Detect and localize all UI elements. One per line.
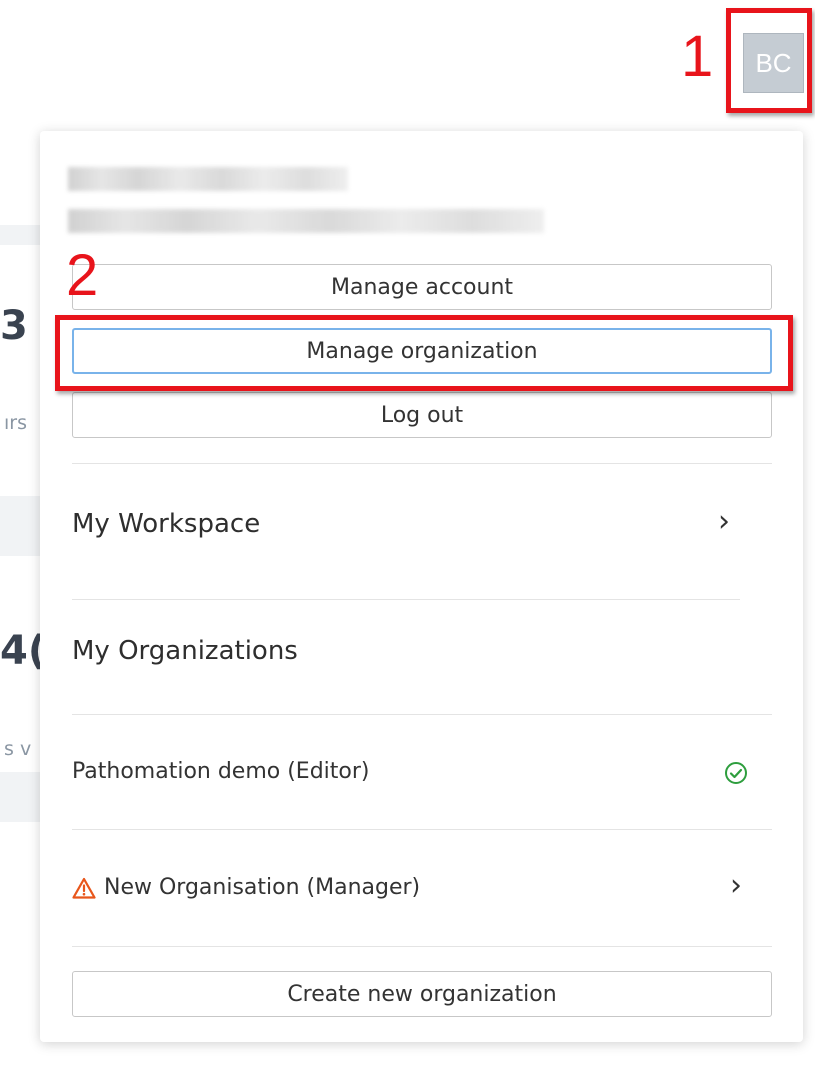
background-panel	[0, 772, 40, 822]
user-avatar-button[interactable]: BC	[743, 33, 804, 93]
highlight-box-manage-organization	[55, 315, 793, 391]
menu-divider	[72, 946, 772, 947]
my-workspace-link[interactable]: My Workspace	[72, 509, 260, 539]
menu-divider	[72, 599, 740, 600]
organization-label: New Organisation (Manager)	[104, 875, 421, 900]
background-panel	[0, 496, 40, 556]
manage-account-button[interactable]: Manage account	[72, 264, 772, 310]
user-name-redacted	[68, 167, 348, 191]
menu-divider	[72, 714, 772, 715]
background-stat-label: ırs	[4, 412, 27, 434]
background-stat-label: s v	[4, 738, 32, 760]
my-organizations-heading: My Organizations	[72, 636, 298, 666]
create-new-organization-button[interactable]: Create new organization	[72, 971, 772, 1017]
check-circle-icon	[725, 762, 747, 784]
menu-divider	[72, 463, 772, 464]
menu-divider	[72, 829, 772, 830]
log-out-button[interactable]: Log out	[72, 392, 772, 438]
organization-label: Pathomation demo (Editor)	[72, 759, 370, 784]
account-dropdown: Manage account Manage organization Log o…	[40, 131, 803, 1042]
organization-item-pathomation-demo[interactable]: Pathomation demo (Editor)	[72, 759, 370, 784]
background-stat-value: 3	[0, 303, 28, 349]
background-panel	[0, 225, 40, 245]
chevron-right-icon[interactable]: ›	[718, 507, 730, 537]
user-email-redacted	[68, 209, 544, 233]
annotation-step-2: 2	[66, 243, 99, 308]
chevron-right-icon[interactable]: ›	[730, 871, 742, 901]
annotation-step-1: 1	[681, 24, 714, 89]
warning-icon	[72, 877, 96, 899]
organization-item-new-organisation[interactable]: New Organisation (Manager)	[72, 875, 420, 900]
